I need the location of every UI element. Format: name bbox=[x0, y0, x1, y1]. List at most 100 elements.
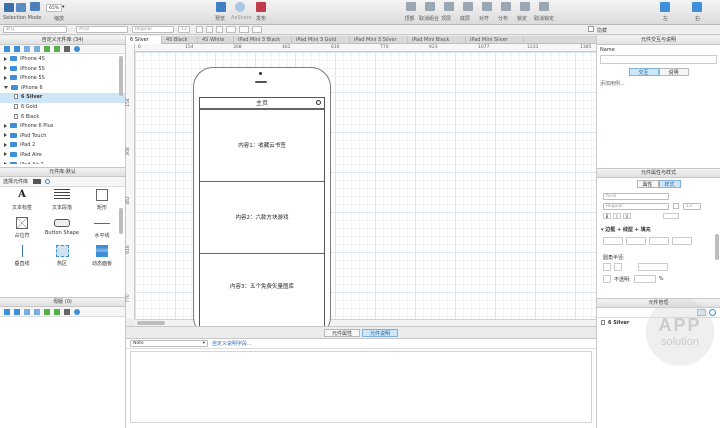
opacity-input[interactable] bbox=[633, 275, 656, 283]
widget-item[interactable]: 垂直线 bbox=[2, 245, 42, 267]
collapsed-arrow-icon[interactable] bbox=[4, 133, 7, 138]
add-folder-icon[interactable] bbox=[14, 46, 20, 52]
page-tree-folder[interactable]: iPad Air 2 bbox=[0, 161, 125, 164]
publish-button[interactable]: 发布 bbox=[256, 15, 266, 22]
tab-widget-notes[interactable]: 元件说明 bbox=[362, 329, 398, 337]
page-tab[interactable]: iPad Mini 3 Gold bbox=[292, 36, 350, 44]
page-tree-page[interactable]: 6 Gold bbox=[0, 103, 125, 113]
underline-icon[interactable] bbox=[216, 26, 223, 33]
right-panel-icon[interactable] bbox=[692, 2, 702, 12]
page-tree-folder[interactable]: iPhone 4S bbox=[0, 55, 125, 65]
widget-item[interactable]: 文本段落 bbox=[42, 189, 82, 211]
page-tree-folder[interactable]: iPad Aire bbox=[0, 151, 125, 161]
collapsed-arrow-icon[interactable] bbox=[4, 152, 7, 157]
fill-color-icon[interactable] bbox=[672, 237, 692, 245]
library-select[interactable]: 选择元件库 bbox=[3, 179, 28, 185]
line-width-icon[interactable] bbox=[626, 237, 646, 245]
page-tree-folder[interactable]: iPhone 5S bbox=[0, 65, 125, 75]
indent-icon[interactable] bbox=[44, 46, 50, 52]
zoom-chevron-icon[interactable]: ▾ bbox=[62, 4, 65, 10]
widgets-scrollbar[interactable] bbox=[119, 208, 123, 234]
selection-intersect-icon[interactable] bbox=[16, 3, 26, 12]
page-tab[interactable]: 6 Silver bbox=[126, 36, 162, 44]
widget-item[interactable]: A 文本标签 bbox=[2, 189, 42, 211]
page-tree-folder[interactable]: iPhone 6 Plus bbox=[0, 122, 125, 132]
page-tree-folder[interactable]: iPad 2 bbox=[0, 141, 125, 151]
content-card[interactable]: 内容2：六款方块游戏 bbox=[200, 181, 324, 253]
pages-scrollbar[interactable] bbox=[119, 56, 123, 96]
search-icon[interactable] bbox=[74, 309, 80, 315]
delete-icon[interactable] bbox=[64, 46, 70, 52]
tab-properties[interactable]: 属性 bbox=[636, 180, 659, 188]
delete-icon[interactable] bbox=[64, 309, 70, 315]
outdent-icon[interactable] bbox=[54, 309, 60, 315]
search-icon[interactable] bbox=[316, 100, 321, 105]
ungroup-icon[interactable] bbox=[425, 2, 435, 11]
line-style-icon[interactable] bbox=[649, 237, 669, 245]
page-tree-page[interactable]: 6 Silver bbox=[0, 93, 125, 103]
name-input[interactable] bbox=[600, 55, 717, 64]
content-card[interactable]: 内容3：五个免费矢量图库 bbox=[200, 253, 324, 326]
menu-icon[interactable] bbox=[32, 179, 41, 184]
widget-item[interactable]: Button Shape bbox=[42, 217, 82, 239]
collapsed-arrow-icon[interactable] bbox=[4, 162, 7, 164]
font-color-icon[interactable] bbox=[673, 203, 679, 209]
collapsed-arrow-icon[interactable] bbox=[4, 56, 7, 61]
page-tree-folder[interactable]: iPod Touch bbox=[0, 132, 125, 142]
style-font-select[interactable]: Arial bbox=[603, 193, 669, 200]
move-down-icon[interactable] bbox=[34, 309, 40, 315]
collapsed-arrow-icon[interactable] bbox=[4, 142, 7, 147]
page-tree-folder[interactable]: iPhone 6 bbox=[0, 84, 125, 94]
align-left-icon[interactable] bbox=[663, 213, 679, 219]
collapsed-arrow-icon[interactable] bbox=[4, 123, 7, 128]
size-select[interactable]: 13 bbox=[178, 26, 190, 33]
weight-select[interactable]: Regular bbox=[132, 26, 174, 33]
style-select[interactable]: 默认 bbox=[3, 26, 67, 33]
unlock-icon[interactable] bbox=[539, 2, 549, 11]
line-color-icon[interactable] bbox=[603, 237, 623, 245]
left-panel-icon[interactable] bbox=[660, 2, 670, 12]
note-textarea[interactable] bbox=[130, 351, 592, 423]
preview-button[interactable]: 预览 bbox=[215, 15, 225, 22]
move-up-icon[interactable] bbox=[24, 46, 30, 52]
style-scrollbar[interactable] bbox=[715, 234, 719, 260]
bold-icon[interactable]: B bbox=[603, 213, 611, 219]
underline-icon[interactable]: U bbox=[623, 213, 631, 219]
corner-icon[interactable] bbox=[614, 263, 622, 271]
publish-icon[interactable] bbox=[256, 2, 266, 12]
add-case-link[interactable]: 添加用例... bbox=[597, 76, 720, 91]
line-color-icon[interactable] bbox=[252, 26, 262, 33]
move-up-icon[interactable] bbox=[24, 309, 30, 315]
page-tab[interactable]: iPad Mini 3 Black bbox=[234, 36, 292, 44]
page-tree-folder[interactable]: iPhone 5S bbox=[0, 74, 125, 84]
add-page-icon[interactable] bbox=[4, 46, 10, 52]
style-size-select[interactable]: 13 bbox=[683, 203, 701, 210]
collapsed-arrow-icon[interactable] bbox=[4, 66, 7, 71]
widget-item[interactable]: 占位符 bbox=[2, 217, 42, 239]
widget-item[interactable]: 热区 bbox=[42, 245, 82, 267]
radius-input[interactable] bbox=[638, 263, 668, 271]
search-icon[interactable] bbox=[74, 46, 80, 52]
left-toggle[interactable]: 左 bbox=[663, 15, 668, 22]
outdent-icon[interactable] bbox=[54, 46, 60, 52]
top-icon[interactable] bbox=[406, 2, 416, 11]
style-weight-select[interactable]: Regular bbox=[603, 203, 669, 210]
axshare-button[interactable]: AxShare bbox=[231, 15, 252, 21]
italic-icon[interactable]: I bbox=[613, 213, 621, 219]
indent-icon[interactable] bbox=[44, 309, 50, 315]
hidden-checkbox[interactable] bbox=[588, 26, 594, 32]
zoom-select[interactable]: 65% bbox=[46, 4, 62, 12]
corner-icon[interactable] bbox=[603, 263, 611, 271]
bold-icon[interactable] bbox=[196, 26, 203, 33]
lock-icon[interactable] bbox=[520, 2, 530, 11]
page-tree-page[interactable]: 6 Black bbox=[0, 113, 125, 123]
selection-contained-icon[interactable] bbox=[4, 3, 14, 12]
bring-front-icon[interactable] bbox=[444, 2, 454, 11]
page-tab[interactable]: iPad Mini Silver bbox=[466, 36, 524, 44]
page-tab[interactable]: 4S White bbox=[198, 36, 234, 44]
font-select[interactable]: Arial bbox=[76, 26, 128, 33]
page-tab[interactable]: iPad Mini 3 Silver bbox=[350, 36, 408, 44]
font-color-icon[interactable] bbox=[226, 26, 236, 33]
tab-notes[interactable]: 说明 bbox=[658, 68, 689, 76]
distribute-icon[interactable] bbox=[501, 2, 511, 11]
